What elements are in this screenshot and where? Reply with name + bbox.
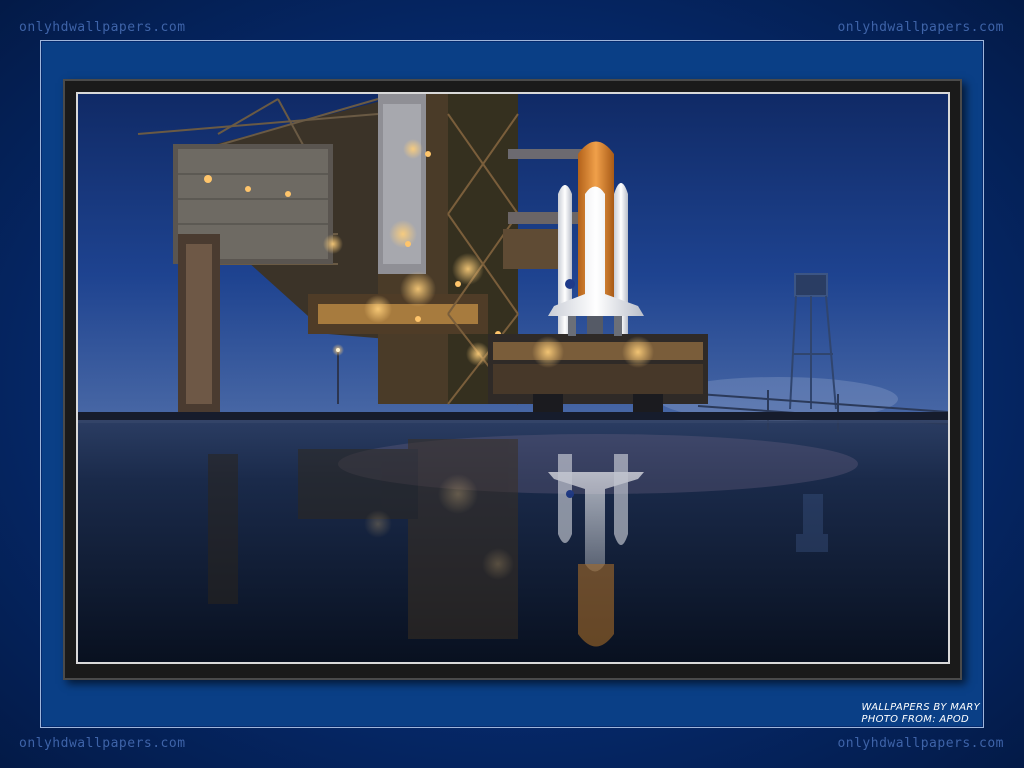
watermark-top-right: onlyhdwallpapers.com <box>837 20 1004 35</box>
mobile-launch-platform <box>488 334 708 414</box>
launch-pad-photo <box>76 92 950 664</box>
watermark-top-left: onlyhdwallpapers.com <box>19 20 186 35</box>
launch-pad-illustration <box>78 94 948 662</box>
credit-photo-from: PHOTO FROM: APOD <box>861 714 969 725</box>
watermark-bottom-left: onlyhdwallpapers.com <box>19 736 186 751</box>
watermark-bottom-right: onlyhdwallpapers.com <box>837 736 1004 751</box>
credit-wallpapers-by: WALLPAPERS BY MARY <box>861 702 980 713</box>
